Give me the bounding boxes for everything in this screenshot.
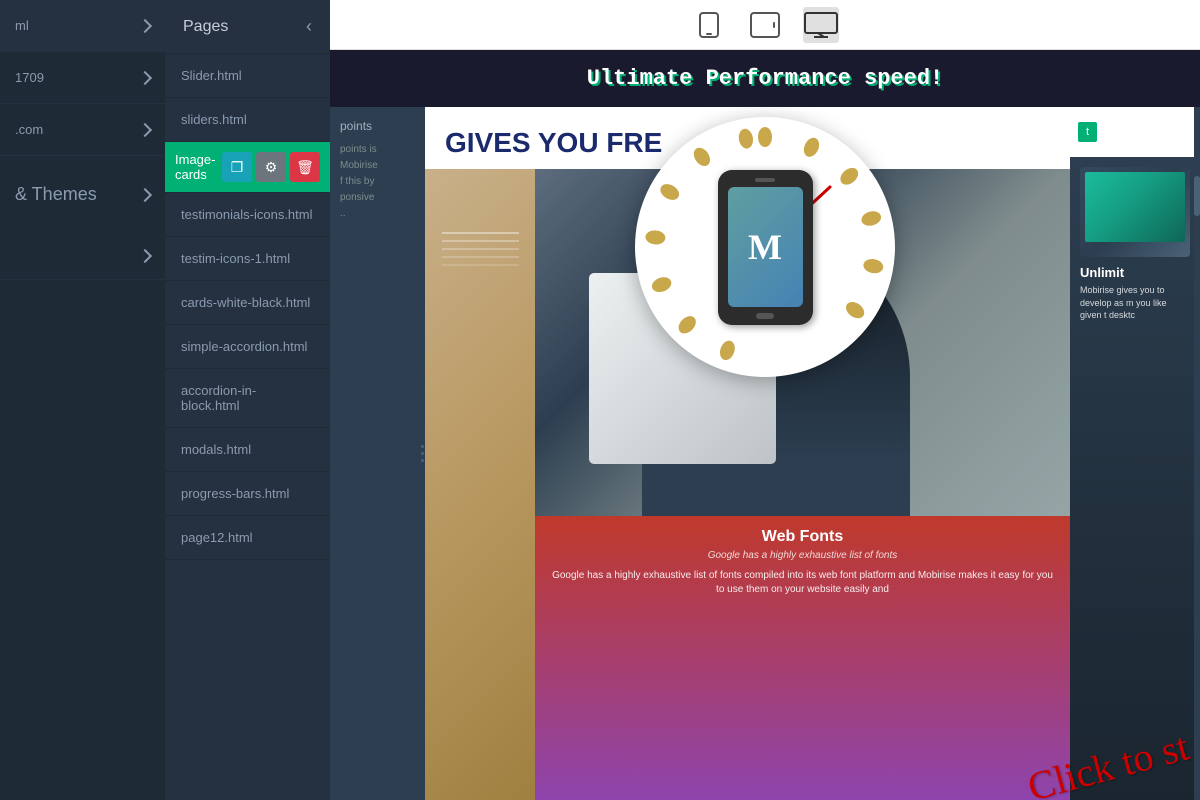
banner-text: Ultimate Performance speed! <box>587 66 943 91</box>
page-item-slider[interactable]: Slider.html <box>165 54 330 98</box>
preview-right-column: t Unlimit Mobirise gives you to develop … <box>1070 107 1200 800</box>
page-item-actions: ❐ ⚙ 🗑 <box>222 152 320 182</box>
preview-area: Ultimate Performance speed! points point… <box>330 50 1200 800</box>
page-item-page12[interactable]: page12.html <box>165 516 330 560</box>
scroll-indicator <box>1194 107 1200 800</box>
copy-page-button[interactable]: ❐ <box>222 152 252 182</box>
circle-overlay: M <box>635 117 895 377</box>
sidebar-item-themes[interactable]: & Themes <box>0 156 165 233</box>
right-top-bar: t <box>1070 107 1200 157</box>
chevron-right-icon-5 <box>138 249 152 263</box>
close-pages-button[interactable]: ‹ <box>306 16 312 37</box>
sidebar-item-extra[interactable] <box>0 233 165 280</box>
right-laptop-image <box>1080 167 1190 257</box>
page-item-label: modals.html <box>181 442 251 457</box>
page-item-cards-white-black[interactable]: cards-white-black.html <box>165 281 330 325</box>
preview-text-points: points points isMobirisef this byponsive… <box>340 117 410 222</box>
page-settings-button[interactable]: ⚙ <box>256 152 286 182</box>
page-item-label: page12.html <box>181 530 253 545</box>
sidebar-item-ml-label: ml <box>15 18 29 33</box>
pages-header: Pages ‹ <box>165 0 330 54</box>
phone-screen: M <box>728 187 803 307</box>
divider-dot-3 <box>421 459 424 462</box>
preview-content: Ultimate Performance speed! points point… <box>330 50 1200 800</box>
chevron-right-icon <box>138 18 152 32</box>
sidebar-item-1709-label: 1709 <box>15 70 44 85</box>
phone-home-button <box>756 313 774 319</box>
page-item-label: Slider.html <box>181 68 242 83</box>
page-item-testim-icons-1[interactable]: testim-icons-1.html <box>165 237 330 281</box>
page-item-testimonials-icons[interactable]: testimonials-icons.html <box>165 193 330 237</box>
page-item-active-label: Image-cards <box>175 152 222 182</box>
desktop-view-button[interactable] <box>803 7 839 43</box>
page-item-label: testim-icons-1.html <box>181 251 290 266</box>
page-item-accordion-in-block[interactable]: accordion-in-block.html <box>165 369 330 428</box>
page-item-label: cards-white-black.html <box>181 295 310 310</box>
right-card-title: Unlimit <box>1080 265 1190 280</box>
sidebar-item-ml[interactable]: ml <box>0 0 165 52</box>
preview-left-column: points points isMobirisef this byponsive… <box>330 107 420 800</box>
preview-body: points points isMobirisef this byponsive… <box>330 107 1200 800</box>
sidebar-item-com[interactable]: .com <box>0 104 165 156</box>
phone-m-letter: M <box>748 226 782 268</box>
main-area: Ultimate Performance speed! points point… <box>330 0 1200 800</box>
toolbar <box>330 0 1200 50</box>
circle-inner: M <box>635 117 895 377</box>
card-web-fonts-text: Web Fonts Google has a highly exhaustive… <box>535 516 1070 800</box>
web-fonts-title: Web Fonts <box>547 528 1058 546</box>
page-item-simple-accordion[interactable]: simple-accordion.html <box>165 325 330 369</box>
page-item-sliders[interactable]: sliders.html <box>165 98 330 142</box>
phone-notch <box>755 178 775 182</box>
page-item-modals[interactable]: modals.html <box>165 428 330 472</box>
scroll-thumb <box>1194 176 1200 216</box>
right-card-body: Mobirise gives you to develop as m you l… <box>1080 284 1190 322</box>
card-image-notebook <box>425 169 535 800</box>
divider-dot-2 <box>421 452 424 455</box>
page-item-label: progress-bars.html <box>181 486 289 501</box>
left-sidebar: ml 1709 .com & Themes <box>0 0 165 800</box>
chevron-right-icon-3 <box>138 122 152 136</box>
page-item-label: sliders.html <box>181 112 247 127</box>
page-item-image-cards[interactable]: Image-cards ❐ ⚙ 🗑 <box>165 142 330 193</box>
right-card: Unlimit Mobirise gives you to develop as… <box>1070 157 1200 800</box>
page-item-progress-bars[interactable]: progress-bars.html <box>165 472 330 516</box>
pages-list: Slider.html sliders.html Image-cards ❐ ⚙… <box>165 54 330 800</box>
web-fonts-subtitle: Google has a highly exhaustive list of f… <box>547 550 1058 561</box>
pages-panel: Pages ‹ Slider.html sliders.html Image-c… <box>165 0 330 800</box>
delete-page-button[interactable]: 🗑 <box>290 152 320 182</box>
mobile-view-button[interactable] <box>691 7 727 43</box>
web-fonts-body: Google has a highly exhaustive list of f… <box>547 569 1058 597</box>
pages-title: Pages <box>183 18 228 36</box>
page-item-label: accordion-in-block.html <box>181 383 314 413</box>
preview-banner: Ultimate Performance speed! <box>330 50 1200 107</box>
divider-dot-1 <box>421 445 424 448</box>
sidebar-item-1709[interactable]: 1709 <box>0 52 165 104</box>
tablet-view-button[interactable] <box>747 7 783 43</box>
sidebar-item-com-label: .com <box>15 122 43 137</box>
click-overlay: Click to st <box>1026 743 1190 790</box>
page-item-label: testimonials-icons.html <box>181 207 313 222</box>
page-item-label: simple-accordion.html <box>181 339 307 354</box>
sidebar-themes-label: & Themes <box>15 184 97 205</box>
phone-icon-wrap: M <box>718 170 813 325</box>
chevron-right-icon-4 <box>138 187 152 201</box>
chevron-right-icon-2 <box>138 70 152 84</box>
right-teal-button: t <box>1078 122 1097 142</box>
phone-body: M <box>718 170 813 325</box>
